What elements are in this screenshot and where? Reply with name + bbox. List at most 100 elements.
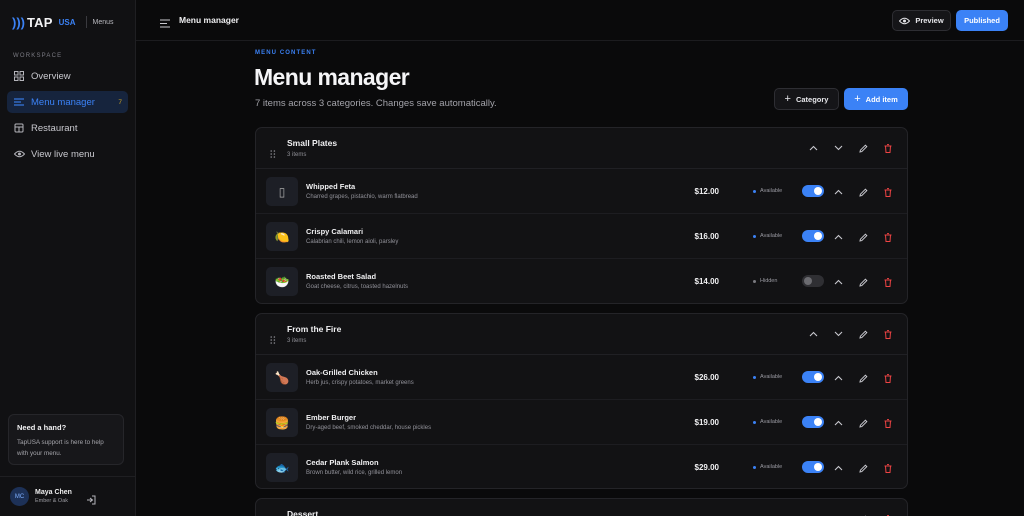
menu-toggle-icon[interactable] [160,15,170,28]
drag-handle-icon[interactable] [270,145,276,158]
move-up-icon[interactable] [833,373,843,383]
menu-item-row: 🍋 Crispy Calamari Calabrian chili, lemon a… [256,214,907,259]
item-status: Hidden [753,278,777,284]
item-name: Cedar Plank Salmon [306,458,379,467]
user-org: Ember & Oak [35,498,69,504]
availability-toggle[interactable] [802,275,824,287]
delete-icon[interactable] [883,418,893,428]
sidebar-item-restaurant[interactable]: Restaurant [7,117,128,139]
move-down-icon[interactable] [833,329,843,339]
user-profile[interactable]: MC Maya Chen Ember & Oak [0,476,136,516]
help-card[interactable]: Need a hand? TapUSA support is here to h… [8,414,124,465]
preview-label: Preview [915,16,944,25]
delete-icon[interactable] [883,329,893,339]
edit-icon[interactable] [858,418,868,428]
item-description: Dry-aged beef, smoked cheddar, house pic… [306,425,432,431]
menu-item-row: 🍔 Ember Burger Dry-aged beef, smoked chedd… [256,400,907,445]
item-thumbnail: 🍗 [266,363,298,392]
move-up-icon[interactable] [808,329,818,339]
move-down-icon[interactable] [833,143,843,153]
brand[interactable]: ))) TAP USA Menus [0,0,135,44]
category-count: 3 items [287,338,307,344]
logout-icon[interactable] [86,492,96,504]
item-description: Brown butter, wild rice, grilled lemon [306,470,403,476]
logo-waves-icon: ))) [12,14,25,30]
preview-button[interactable]: Preview [892,10,951,31]
delete-icon[interactable] [883,463,893,473]
item-status: Available [753,419,782,425]
item-name: Oak-Grilled Chicken [306,368,378,377]
menu-item-row: 🐟 Cedar Plank Salmon Brown butter, wild ri… [256,445,907,488]
edit-icon[interactable] [858,187,868,197]
availability-toggle[interactable] [802,461,824,473]
move-up-icon[interactable] [808,143,818,153]
category-card: From the Fire 3 items 🍗 Oak-Grilled Chicken… [255,313,908,489]
status-dot [753,279,756,283]
workspace-label: WORKSPACE [13,53,63,59]
availability-toggle[interactable] [802,230,824,242]
user-name: Maya Chen [35,489,72,496]
edit-icon[interactable] [858,232,868,242]
edit-icon[interactable] [858,373,868,383]
item-price: $16.00 [694,232,719,241]
category-header: Small Plates 3 items [256,128,907,169]
sidebar-item-view-live-menu[interactable]: View live menu [7,143,128,165]
delete-icon[interactable] [883,277,893,287]
item-thumbnail: 🐟 [266,453,298,482]
toggle-knob [814,232,822,240]
sidebar: ))) TAP USA Menus WORKSPACE Overview Men… [0,0,136,516]
status-dot [753,465,756,469]
status-label: Available [760,374,783,380]
category-name: Small Plates [287,138,338,148]
delete-icon[interactable] [883,232,893,242]
sidebar-item-label: Menu manager [31,96,95,108]
toggle-knob [814,373,822,381]
sidebar-item-menu-manager[interactable]: Menu manager 7 [7,91,128,113]
item-name: Roasted Beet Salad [306,272,377,281]
sidebar-item-label: Restaurant [31,122,78,134]
item-thumbnail: 🍔 [266,408,298,437]
sidebar-item-label: Overview [31,70,71,82]
move-up-icon[interactable] [833,232,843,242]
user-info: Maya Chen Ember & Oak [35,489,72,504]
sidebar-item-overview[interactable]: Overview [7,65,128,87]
menu-item-row: 🥗 Roasted Beet Salad Goat cheese, citrus, … [256,259,907,303]
edit-icon[interactable] [858,143,868,153]
toggle-knob [814,187,822,195]
item-status: Available [753,374,782,380]
item-thumbnail: 🍋 [266,222,298,251]
plus-icon: + [854,92,861,105]
item-count-badge: 7 [118,98,122,106]
edit-icon[interactable] [858,277,868,287]
availability-toggle[interactable] [802,416,824,428]
move-up-icon[interactable] [833,463,843,473]
availability-toggle[interactable] [802,185,824,197]
move-up-icon[interactable] [833,187,843,197]
item-thumbnail: 🥗 [266,267,298,296]
eye-icon [899,17,911,24]
add-category-button[interactable]: + Category [774,88,839,110]
edit-icon[interactable] [858,329,868,339]
topbar-title: Menu manager [179,15,239,25]
published-button[interactable]: Published [956,10,1008,31]
delete-icon[interactable] [883,143,893,153]
add-item-button[interactable]: + Add item [844,88,908,110]
help-text-2: with your menu. [17,450,62,457]
drag-handle-icon[interactable] [270,331,276,344]
category-card: Dessert [255,498,908,516]
delete-icon[interactable] [883,187,893,197]
availability-toggle[interactable] [802,371,824,383]
page-subtitle: 7 items across 3 categories. Changes sav… [255,98,497,109]
brand-region: USA [58,17,76,27]
item-description: Charred grapes, pistachio, warm flatbrea… [306,194,418,200]
status-dot [753,234,756,238]
delete-icon[interactable] [883,373,893,383]
item-price: $19.00 [694,418,719,427]
status-dot [753,375,756,379]
move-up-icon[interactable] [833,418,843,428]
edit-icon[interactable] [858,463,868,473]
move-up-icon[interactable] [833,277,843,287]
item-status: Available [753,188,782,194]
list-icon [13,96,25,108]
category-name: Dessert [287,509,319,516]
